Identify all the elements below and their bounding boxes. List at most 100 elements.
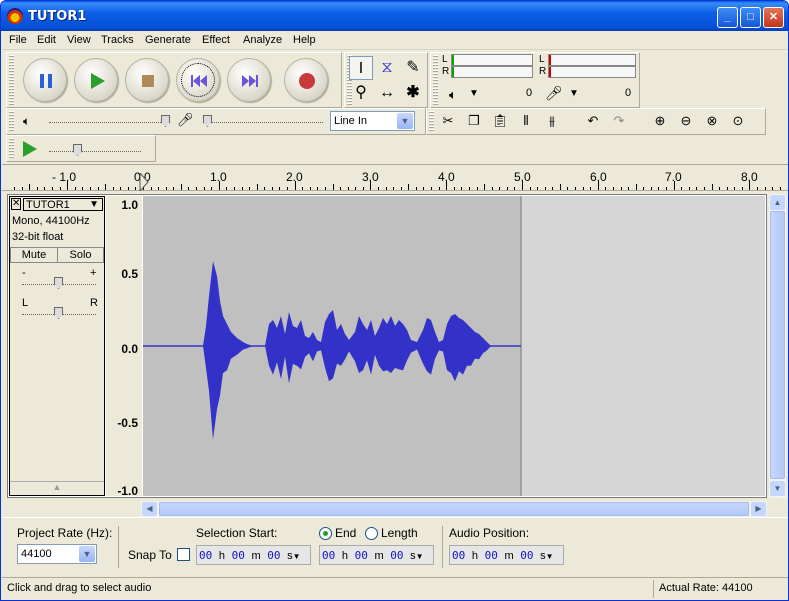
multi-tool-icon[interactable]: ✱: [401, 81, 425, 105]
skip-to-end-button[interactable]: [227, 58, 271, 102]
play-button[interactable]: [74, 58, 118, 102]
scroll-down-icon[interactable]: ▼: [770, 481, 785, 496]
menu-view[interactable]: View: [67, 34, 91, 46]
input-source-select[interactable]: Line In ▼: [330, 111, 415, 131]
selection-start-time[interactable]: 00 h 00 m 00 s▼: [196, 545, 311, 565]
zoom-in-icon[interactable]: ⊕: [649, 110, 671, 132]
ruler-tick: [658, 187, 660, 190]
audio-position-time[interactable]: 00 h 00 m 00 s▼: [449, 545, 564, 565]
play-meter-dropdown-icon[interactable]: ▼: [469, 88, 479, 99]
menu-effect[interactable]: Effect: [202, 34, 230, 46]
ruler-tick: [529, 187, 531, 190]
pause-button[interactable]: [23, 58, 67, 102]
track-name-menu[interactable]: TUTOR1 ▼: [23, 198, 103, 211]
ruler-tick: [173, 187, 175, 190]
ruler-tick: [287, 187, 289, 190]
time-shift-tool-icon[interactable]: ↔: [375, 81, 399, 105]
tools-toolbar: I ⧖ ✎ ⚲ ↔ ✱: [344, 52, 428, 108]
playback-speed-slider[interactable]: [49, 144, 141, 156]
mute-button[interactable]: Mute: [10, 247, 57, 263]
menu-edit[interactable]: Edit: [37, 34, 56, 46]
selection-end-time[interactable]: 00 h 00 m 00 s▼: [319, 545, 434, 565]
ruler-tick: [514, 187, 516, 190]
toolbar-grip[interactable]: [9, 111, 14, 132]
minimize-button[interactable]: _: [717, 7, 738, 28]
ruler-tick: [635, 184, 637, 190]
meter-toolbar: L R L R 🔈︎ ▼ 0 🎤︎ ▼ 0: [430, 52, 640, 108]
ruler-tick: [408, 184, 410, 190]
play-at-speed-toolbar: [6, 135, 156, 162]
silence-icon[interactable]: ⫵: [541, 110, 563, 132]
audacity-window: TUTOR1 _ □ ✕ File Edit View Tracks Gener…: [0, 0, 789, 601]
timeline-ruler[interactable]: - 1.0 0.0 1.0 2.0 3.0 4.0 5.0 6.0 7.0 8.…: [2, 164, 788, 191]
scroll-right-icon[interactable]: ▶: [751, 502, 766, 516]
gain-slider[interactable]: [22, 277, 96, 289]
title-bar[interactable]: TUTOR1 _ □ ✕: [1, 1, 788, 31]
trim-icon[interactable]: ⫴: [515, 110, 537, 132]
skip-to-start-button[interactable]: [176, 58, 220, 102]
paste-icon[interactable]: 📋︎: [489, 110, 511, 132]
input-volume-slider[interactable]: [203, 115, 323, 127]
end-radio[interactable]: [319, 527, 332, 540]
speaker-icon[interactable]: 🔈︎: [449, 87, 457, 103]
zoom-out-icon[interactable]: ⊖: [675, 110, 697, 132]
track-close-icon[interactable]: ✕: [11, 198, 21, 210]
menu-analyze[interactable]: Analyze: [243, 34, 282, 46]
scroll-up-icon[interactable]: ▲: [770, 195, 785, 210]
toolbar-grip[interactable]: [9, 138, 14, 159]
fit-project-icon[interactable]: ⊙: [727, 110, 749, 132]
control-toolbar: [6, 52, 342, 108]
menu-file[interactable]: File: [9, 34, 27, 46]
redo-icon[interactable]: ↷: [608, 110, 630, 132]
toolbar-grip[interactable]: [9, 55, 14, 105]
record-button[interactable]: [284, 58, 328, 102]
ruler-tick: [226, 187, 228, 190]
ruler-tick: [696, 187, 698, 190]
time-minutes: 00: [231, 549, 245, 562]
undo-icon[interactable]: ↶: [582, 110, 604, 132]
ruler-tick: [180, 184, 182, 190]
scroll-left-icon[interactable]: ◀: [142, 502, 157, 516]
snap-to-checkbox[interactable]: [177, 548, 190, 561]
fit-selection-icon[interactable]: ⊗: [701, 110, 723, 132]
record-meter-dropdown-icon[interactable]: ▼: [569, 88, 579, 99]
zoom-tool-icon[interactable]: ⚲: [349, 81, 373, 105]
collapse-track-icon[interactable]: ▲: [10, 481, 104, 495]
menu-help[interactable]: Help: [293, 34, 316, 46]
waveform-display[interactable]: [143, 196, 765, 496]
maximize-button[interactable]: □: [740, 7, 761, 28]
horizontal-scroll-thumb[interactable]: [159, 502, 749, 516]
record-meter-left: [548, 54, 636, 66]
toolbar-grip[interactable]: [429, 111, 434, 132]
audacity-app-icon: [7, 8, 23, 24]
envelope-tool-icon[interactable]: ⧖: [375, 56, 399, 80]
ruler-tick: [302, 187, 304, 190]
copy-icon[interactable]: ❐: [463, 110, 485, 132]
solo-button[interactable]: Solo: [57, 247, 104, 263]
ruler-tick: [673, 181, 675, 190]
play-meter-right: [451, 66, 533, 78]
record-meter-right: [548, 66, 636, 78]
stop-button[interactable]: [125, 58, 169, 102]
horizontal-scrollbar[interactable]: ◀ ▶: [141, 501, 767, 517]
toolbar-grip[interactable]: [433, 55, 438, 105]
end-label: End: [335, 526, 357, 540]
close-button[interactable]: ✕: [763, 7, 784, 28]
menu-generate[interactable]: Generate: [145, 34, 191, 46]
scale-label: 0.0: [121, 342, 138, 356]
length-radio[interactable]: [365, 527, 378, 540]
draw-tool-icon[interactable]: ✎: [401, 56, 425, 80]
play-at-speed-icon[interactable]: [21, 140, 39, 158]
microphone-icon[interactable]: 🎤︎: [545, 85, 563, 102]
ruler-tick: [537, 187, 539, 190]
vertical-scrollbar[interactable]: ▲ ▼: [769, 194, 786, 498]
pan-slider[interactable]: [22, 307, 96, 319]
cut-icon[interactable]: ✂: [437, 110, 459, 132]
output-volume-slider[interactable]: [49, 115, 170, 127]
vertical-scroll-thumb[interactable]: [770, 211, 785, 479]
input-volume-icon: 🎤︎: [177, 112, 194, 127]
menu-tracks[interactable]: Tracks: [101, 34, 134, 46]
selection-tool-icon[interactable]: I: [349, 56, 373, 80]
divider: [442, 526, 443, 568]
project-rate-select[interactable]: 44100 ▼: [17, 544, 97, 564]
